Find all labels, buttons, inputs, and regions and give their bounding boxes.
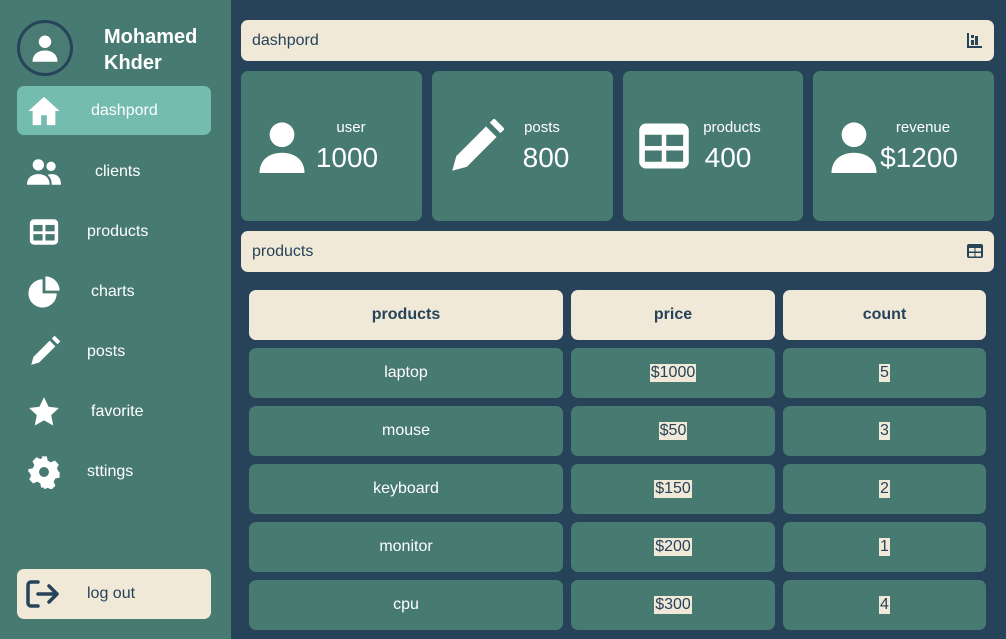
table-cell-count: 5 bbox=[783, 348, 986, 398]
count-value: 1 bbox=[879, 538, 890, 556]
column-header[interactable]: products bbox=[249, 290, 563, 340]
price-value: $150 bbox=[654, 480, 692, 498]
section-title: products bbox=[252, 243, 314, 260]
table-cell-price: $300 bbox=[571, 580, 775, 630]
column-header[interactable]: price bbox=[571, 290, 775, 340]
table-cell-price: $150 bbox=[571, 464, 775, 514]
sidebar-item-label: favorite bbox=[91, 402, 144, 420]
stat-card-posts: posts 800 bbox=[432, 71, 613, 221]
user-circle-icon[interactable] bbox=[17, 20, 73, 76]
count-value: 3 bbox=[879, 422, 890, 440]
table-cell-count: 4 bbox=[783, 580, 986, 630]
users-icon bbox=[25, 154, 63, 190]
pencil-icon bbox=[25, 334, 63, 370]
table-cell-product: mouse bbox=[249, 406, 563, 456]
sidebar-item-label: clients bbox=[95, 162, 141, 180]
stat-card-products: products 400 bbox=[623, 71, 803, 221]
price-value: $1000 bbox=[649, 364, 697, 382]
table-cell-count: 3 bbox=[783, 406, 986, 456]
stat-label: posts bbox=[524, 119, 560, 136]
sidebar-item-posts[interactable]: posts bbox=[17, 327, 211, 376]
sidebar-item-label: dashpord bbox=[91, 101, 158, 119]
stat-card-user: user 1000 bbox=[241, 71, 422, 221]
sidebar-item-products[interactable]: products bbox=[17, 207, 211, 256]
table-cell-price: $1000 bbox=[571, 348, 775, 398]
table-cell-product: laptop bbox=[249, 348, 563, 398]
bar-chart-icon[interactable] bbox=[966, 31, 984, 49]
star-icon bbox=[25, 394, 63, 430]
sidebar-item-clients[interactable]: clients bbox=[17, 147, 211, 196]
stat-value: $1200 bbox=[880, 142, 958, 173]
logout-icon bbox=[25, 578, 61, 610]
sidebar-item-label: posts bbox=[87, 342, 126, 360]
stat-value: 1000 bbox=[315, 142, 379, 173]
count-value: 2 bbox=[879, 480, 890, 498]
table-cell-price: $50 bbox=[571, 406, 775, 456]
home-icon bbox=[25, 93, 63, 129]
sidebar-item-favorite[interactable]: favorite bbox=[17, 387, 211, 436]
stat-label: revenue bbox=[895, 119, 951, 136]
sidebar-item-label: products bbox=[87, 222, 149, 240]
sidebar-item-charts[interactable]: charts bbox=[17, 267, 211, 316]
profile-name: Mohamed Khder bbox=[104, 26, 198, 74]
count-value: 4 bbox=[879, 596, 890, 614]
logout-button[interactable]: log out bbox=[17, 569, 211, 619]
gear-icon bbox=[25, 454, 63, 490]
price-value: $50 bbox=[658, 422, 688, 440]
table-icon[interactable] bbox=[966, 242, 984, 260]
products-section-bar: products bbox=[241, 231, 994, 272]
table-cell-product: keyboard bbox=[249, 464, 563, 514]
stat-value: 400 bbox=[704, 142, 752, 173]
price-value: $200 bbox=[654, 538, 692, 556]
page-title: dashpord bbox=[252, 32, 319, 49]
table-cell-price: $200 bbox=[571, 522, 775, 572]
column-header[interactable]: count bbox=[783, 290, 986, 340]
table-cell-product: cpu bbox=[249, 580, 563, 630]
count-value: 5 bbox=[879, 364, 890, 382]
stat-value: 800 bbox=[522, 142, 570, 173]
sidebar-item-label: sttings bbox=[87, 462, 134, 480]
header-bar: dashpord bbox=[241, 20, 994, 61]
price-value: $300 bbox=[654, 596, 692, 614]
table-icon bbox=[25, 214, 63, 250]
sidebar-item-sttings[interactable]: sttings bbox=[17, 447, 211, 496]
logout-label: log out bbox=[87, 585, 136, 602]
stat-card-revenue: revenue $1200 bbox=[813, 71, 994, 221]
pie-chart-icon bbox=[25, 274, 63, 310]
sidebar: Mohamed Khder dashpord clients products … bbox=[0, 0, 231, 639]
table-cell-count: 2 bbox=[783, 464, 986, 514]
stat-label: products bbox=[703, 119, 761, 136]
sidebar-item-label: charts bbox=[91, 282, 135, 300]
profile: Mohamed Khder bbox=[17, 20, 217, 80]
table-cell-product: monitor bbox=[249, 522, 563, 572]
stat-label: user bbox=[336, 119, 366, 136]
sidebar-item-dashpord[interactable]: dashpord bbox=[17, 86, 211, 135]
table-cell-count: 1 bbox=[783, 522, 986, 572]
